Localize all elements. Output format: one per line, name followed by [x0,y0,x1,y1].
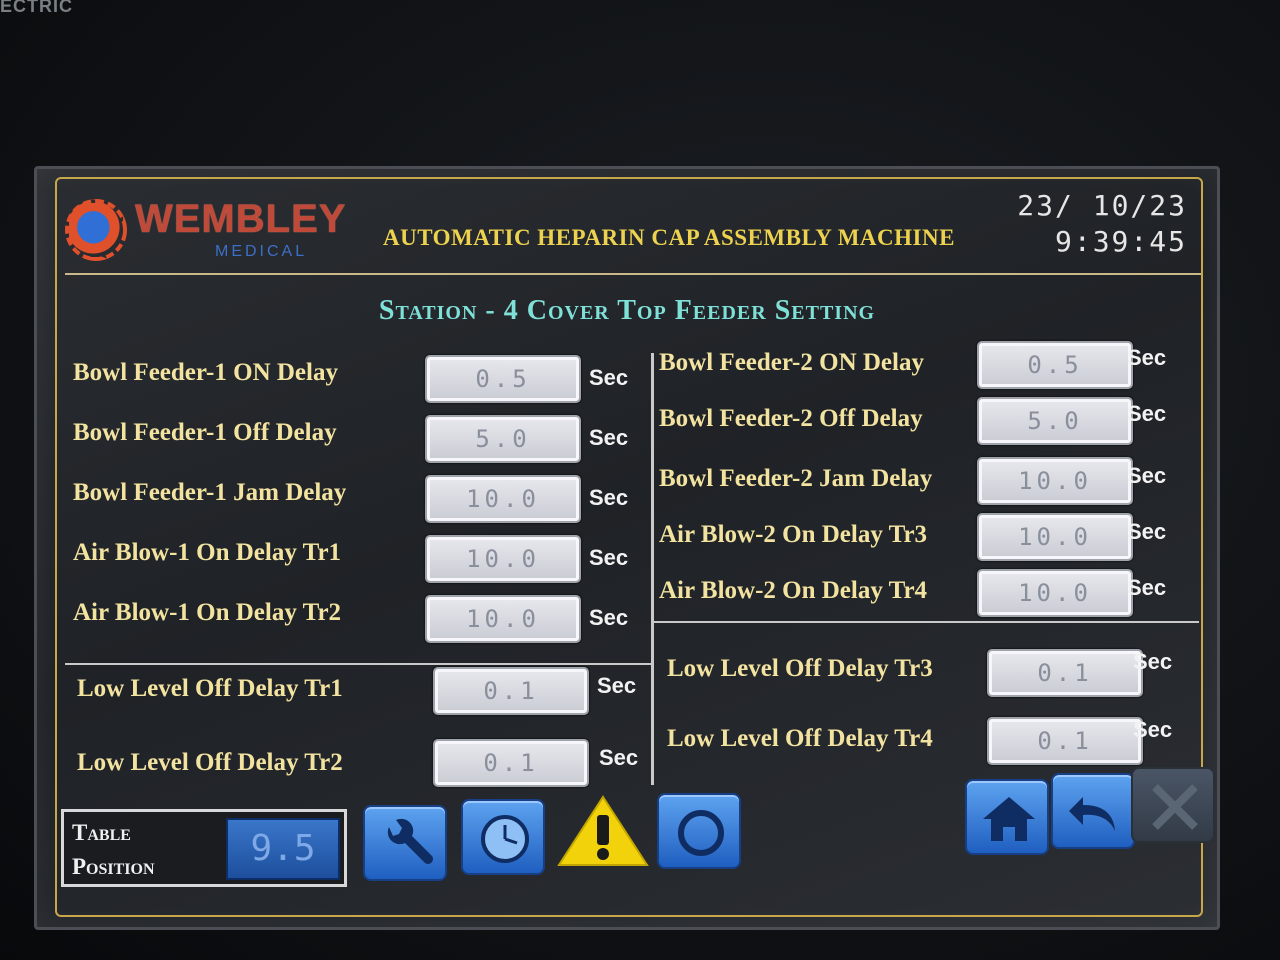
hmi-screen: WEMBLEY MEDICAL AUTOMATIC HEPARIN CAP AS… [34,166,1220,930]
timer-button[interactable] [461,799,545,875]
setting-row: Air Blow-1 On Delay Tr1 10.0 Sec [73,533,653,587]
setting-value-field[interactable]: 10.0 [977,513,1133,561]
table-position-panel: Table Position 9.5 [61,809,347,887]
column-divider [651,353,654,785]
header-divider [65,273,1201,275]
setting-label: Bowl Feeder-2 Off Delay [659,405,923,432]
back-icon [1069,797,1115,831]
setting-row: Bowl Feeder-2 Off Delay 5.0 Sec [659,395,1205,449]
setting-row: Low Level Off Delay Tr4 0.1 Sec [667,715,1203,769]
setting-row: Bowl Feeder-1 Jam Delay 10.0 Sec [73,473,653,527]
setting-label: Low Level Off Delay Tr4 [667,725,933,752]
table-label-line1: Table [72,820,131,845]
section-divider-right [651,621,1199,623]
setting-row: Bowl Feeder-1 Off Delay 5.0 Sec [73,413,653,467]
setting-row: Low Level Off Delay Tr3 0.1 Sec [667,647,1203,701]
setting-row: Bowl Feeder-2 Jam Delay 10.0 Sec [659,455,1205,509]
setting-row: Low Level Off Delay Tr1 0.1 Sec [77,665,653,719]
logo-subtext: MEDICAL [215,243,308,260]
setting-row: Air Blow-2 On Delay Tr4 10.0 Sec [659,567,1205,621]
wrench-icon [387,818,433,864]
status-button[interactable] [657,793,741,869]
setting-label: Bowl Feeder-2 Jam Delay [659,465,933,492]
unit-label: Sec [589,605,629,630]
home-button[interactable] [965,779,1049,855]
home-icon [983,797,1035,841]
setting-value-field[interactable]: 0.1 [433,667,589,715]
date-display: 23/ 10/23 [1017,189,1187,222]
setting-value-field[interactable]: 5.0 [425,415,581,463]
setting-value-field[interactable]: 0.5 [425,355,581,403]
unit-label: Sec [1127,463,1167,488]
setting-row: Air Blow-2 On Delay Tr3 10.0 Sec [659,511,1205,565]
logo-text: WEMBLEY [135,197,347,241]
gear-logo-icon [65,199,127,261]
unit-label: Sec [597,673,637,698]
setting-value-field[interactable]: 0.1 [987,649,1143,697]
setting-label: Bowl Feeder-1 ON Delay [73,359,338,386]
unit-label: Sec [589,545,629,570]
table-position-label: Table Position [72,816,155,884]
unit-label: Sec [589,485,629,510]
company-logo: WEMBLEY MEDICAL [65,193,365,267]
unit-label: Sec [1127,345,1167,370]
setting-label: Bowl Feeder-1 Off Delay [73,419,337,446]
setting-value-field[interactable]: 10.0 [425,595,581,643]
setting-value-field[interactable]: 0.1 [987,717,1143,765]
setting-value-field[interactable]: 0.1 [433,739,589,787]
bezel-brand: ECTRIC [0,0,73,16]
table-label-line2: Position [72,854,155,879]
unit-label: Sec [1133,649,1173,674]
circle-icon [678,810,724,856]
setting-row: Bowl Feeder-2 ON Delay 0.5 Sec [659,339,1205,393]
station-title: Station - 4 Cover Top Feeder Setting [378,295,876,326]
settings-button[interactable] [363,805,447,881]
warning-icon[interactable] [555,793,651,869]
setting-row: Low Level Off Delay Tr2 0.1 Sec [77,737,653,791]
back-button[interactable] [1051,773,1135,849]
setting-row: Air Blow-1 On Delay Tr2 10.0 Sec [73,593,653,647]
unit-label: Sec [589,425,629,450]
setting-label: Bowl Feeder-2 ON Delay [659,349,924,376]
unit-label: Sec [1127,401,1167,426]
setting-label: Air Blow-2 On Delay Tr3 [659,521,928,548]
setting-label: Air Blow-2 On Delay Tr4 [659,577,928,604]
setting-value-field[interactable]: 10.0 [977,569,1133,617]
close-button[interactable] [1131,767,1215,843]
table-position-value: 9.5 [226,818,340,880]
setting-label: Air Blow-1 On Delay Tr1 [73,539,342,566]
clock-icon [481,815,529,863]
setting-value-field[interactable]: 10.0 [425,475,581,523]
unit-label: Sec [1133,717,1173,742]
unit-label: Sec [589,365,629,390]
setting-value-field[interactable]: 10.0 [425,535,581,583]
machine-title: AUTOMATIC HEPARIN CAP ASSEMBLY MACHINE [383,225,955,250]
setting-value-field[interactable]: 5.0 [977,397,1133,445]
setting-label: Low Level Off Delay Tr1 [77,675,343,702]
setting-value-field[interactable]: 10.0 [977,457,1133,505]
setting-label: Low Level Off Delay Tr3 [667,655,933,682]
setting-label: Low Level Off Delay Tr2 [77,749,343,776]
unit-label: Sec [1127,575,1167,600]
setting-label: Bowl Feeder-1 Jam Delay [73,479,347,506]
setting-value-field[interactable]: 0.5 [977,341,1133,389]
unit-label: Sec [1127,519,1167,544]
setting-row: Bowl Feeder-1 ON Delay 0.5 Sec [73,353,653,407]
time-display: 9:39:45 [1054,225,1187,258]
close-icon [1152,784,1198,830]
setting-label: Air Blow-1 On Delay Tr2 [73,599,342,626]
unit-label: Sec [599,745,639,770]
